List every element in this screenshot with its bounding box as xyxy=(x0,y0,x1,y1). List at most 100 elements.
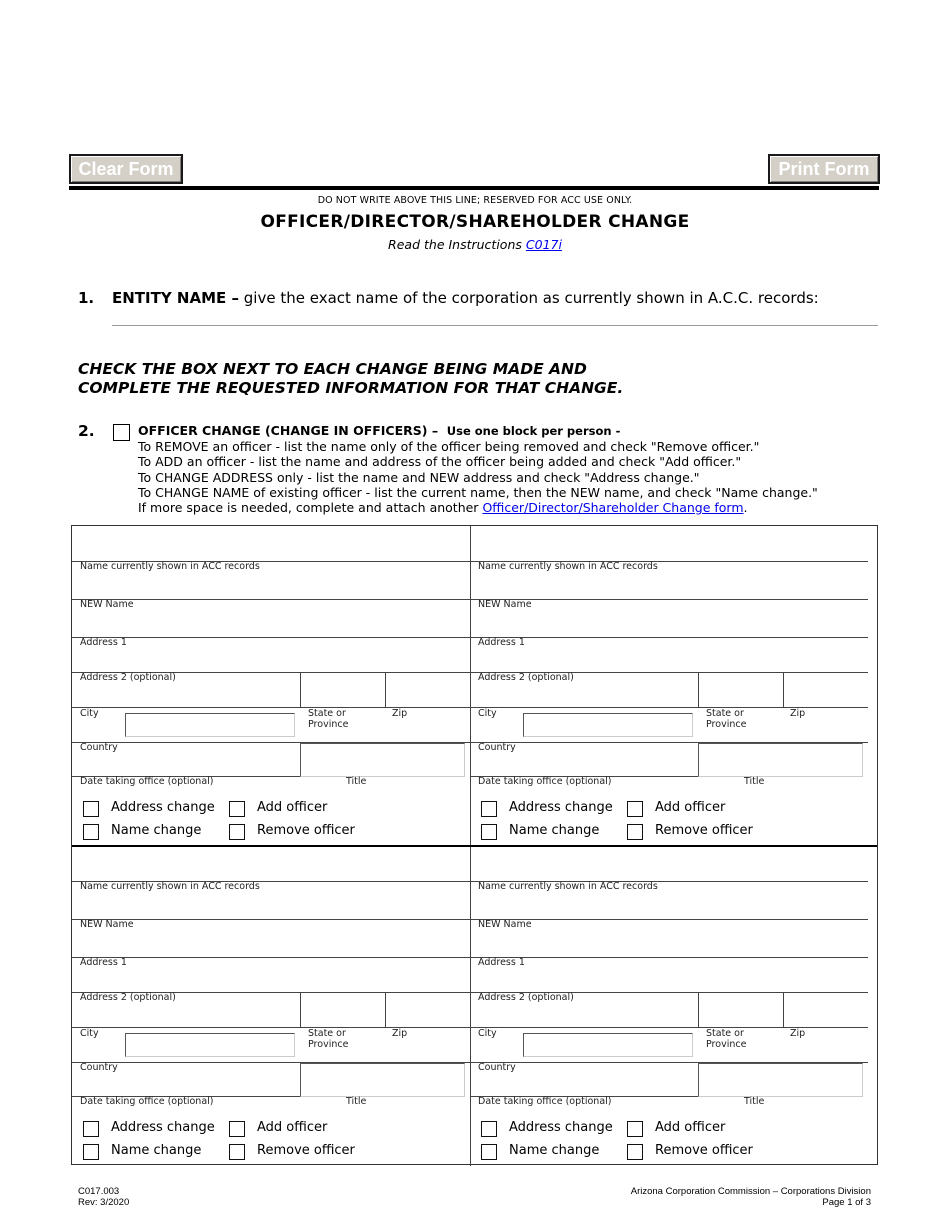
address2-field[interactable] xyxy=(72,672,300,707)
instruction-more-space: If more space is needed, complete and at… xyxy=(138,500,818,515)
city-field[interactable] xyxy=(125,1033,295,1057)
state-field[interactable] xyxy=(699,992,783,1027)
address-change-checkbox[interactable] xyxy=(83,1121,99,1137)
officer-position-field[interactable] xyxy=(72,526,470,561)
country-field[interactable] xyxy=(698,743,863,777)
officer-position-field[interactable] xyxy=(470,846,868,881)
instruction-change-address: To CHANGE ADDRESS only - list the name a… xyxy=(138,469,700,485)
add-officer-label: Add officer xyxy=(257,800,328,815)
page-title: OFFICER/DIRECTOR/SHAREHOLDER CHANGE xyxy=(260,212,690,232)
state-field[interactable] xyxy=(699,672,783,707)
name-change-checkbox[interactable] xyxy=(481,824,497,840)
date-office-label: Date taking office (optional) xyxy=(478,1096,612,1107)
entity-name-field[interactable] xyxy=(112,325,878,326)
country-field[interactable] xyxy=(300,743,465,777)
city-field[interactable] xyxy=(523,713,693,737)
officer-block: Name currently shown in ACC records NEW … xyxy=(72,526,470,846)
state-field[interactable] xyxy=(301,992,385,1027)
name-current-field[interactable] xyxy=(470,561,868,599)
state-label-line2: Province xyxy=(706,1039,747,1050)
state-field[interactable] xyxy=(301,672,385,707)
section-number: 1. xyxy=(78,289,95,307)
new-name-field[interactable] xyxy=(72,599,470,637)
address-change-label: Address change xyxy=(111,1120,215,1135)
title-label: Title xyxy=(744,776,765,787)
address1-field[interactable] xyxy=(72,637,470,672)
instruction-remove: To REMOVE an officer - list the name onl… xyxy=(138,439,760,455)
zip-label: Zip xyxy=(392,1028,408,1039)
state-label-line1: State or xyxy=(706,1028,744,1039)
address2-field[interactable] xyxy=(72,992,300,1027)
instruction-change-name: To CHANGE NAME of existing officer - lis… xyxy=(138,484,818,500)
country-label: Country xyxy=(478,1062,516,1073)
name-current-field[interactable] xyxy=(72,881,470,919)
city-label: City xyxy=(80,708,99,719)
country-field[interactable] xyxy=(698,1063,863,1097)
state-label-line1: State or xyxy=(308,708,346,719)
address-change-label: Address change xyxy=(111,800,215,815)
zip-field[interactable] xyxy=(386,672,470,707)
officer-position-field[interactable] xyxy=(470,526,868,561)
new-name-field[interactable] xyxy=(470,919,868,957)
country-field[interactable] xyxy=(300,1063,465,1097)
section-2-subtitle: Use one block per person - xyxy=(446,424,621,438)
clear-form-button[interactable]: Clear Form xyxy=(69,154,183,184)
officer-blocks-grid: Name currently shown in ACC records NEW … xyxy=(71,525,878,1166)
add-officer-checkbox[interactable] xyxy=(229,1121,245,1137)
officer-block: Name currently shown in ACC records NEW … xyxy=(72,846,470,1166)
address1-field[interactable] xyxy=(470,957,868,992)
state-label-line1: State or xyxy=(308,1028,346,1039)
date-office-label: Date taking office (optional) xyxy=(478,776,612,787)
title-label: Title xyxy=(346,776,367,787)
zip-field[interactable] xyxy=(784,992,868,1027)
heading-line-1: CHECK THE BOX NEXT TO EACH CHANGE BEING … xyxy=(78,360,587,378)
zip-field[interactable] xyxy=(784,672,868,707)
officer-position-field[interactable] xyxy=(72,846,470,881)
officer-change-checkbox[interactable] xyxy=(113,424,130,441)
section-1-entity-name: 1. ENTITY NAME – give the exact name of t… xyxy=(78,289,819,307)
city-field[interactable] xyxy=(125,713,295,737)
title-label: Title xyxy=(346,1096,367,1107)
name-change-checkbox[interactable] xyxy=(481,1144,497,1160)
address-change-checkbox[interactable] xyxy=(481,1121,497,1137)
city-field[interactable] xyxy=(523,1033,693,1057)
country-label: Country xyxy=(478,742,516,753)
city-label: City xyxy=(80,1028,99,1039)
zip-field[interactable] xyxy=(386,992,470,1027)
remove-officer-checkbox[interactable] xyxy=(229,1144,245,1160)
zip-label: Zip xyxy=(790,708,806,719)
remove-officer-label: Remove officer xyxy=(257,1143,355,1158)
address-change-checkbox[interactable] xyxy=(83,801,99,817)
section-label: ENTITY NAME – xyxy=(112,289,239,307)
remove-officer-checkbox[interactable] xyxy=(627,1144,643,1160)
name-change-label: Name change xyxy=(111,823,202,838)
footer-left: C017.003 Rev: 3/2020 xyxy=(78,1186,129,1208)
agency-name: Arizona Corporation Commission – Corpora… xyxy=(630,1186,871,1197)
remove-officer-checkbox[interactable] xyxy=(627,824,643,840)
state-label-line2: Province xyxy=(706,719,747,730)
reserved-notice: DO NOT WRITE ABOVE THIS LINE; RESERVED F… xyxy=(317,195,633,206)
address2-field[interactable] xyxy=(470,992,698,1027)
officer-block: Name currently shown in ACC records NEW … xyxy=(470,526,868,846)
remove-officer-checkbox[interactable] xyxy=(229,824,245,840)
state-label: State or Province xyxy=(308,1028,348,1050)
country-label: Country xyxy=(80,1062,118,1073)
new-name-field[interactable] xyxy=(72,919,470,957)
change-form-link[interactable]: Officer/Director/Shareholder Change form xyxy=(482,500,743,515)
add-officer-label: Add officer xyxy=(655,800,726,815)
name-change-checkbox[interactable] xyxy=(83,1144,99,1160)
add-officer-checkbox[interactable] xyxy=(229,801,245,817)
name-current-field[interactable] xyxy=(470,881,868,919)
zip-label: Zip xyxy=(790,1028,806,1039)
add-officer-checkbox[interactable] xyxy=(627,801,643,817)
address2-field[interactable] xyxy=(470,672,698,707)
instructions-link[interactable]: C017i xyxy=(526,237,562,252)
print-form-button[interactable]: Print Form xyxy=(768,154,880,184)
address-change-checkbox[interactable] xyxy=(481,801,497,817)
new-name-field[interactable] xyxy=(470,599,868,637)
add-officer-checkbox[interactable] xyxy=(627,1121,643,1137)
address1-field[interactable] xyxy=(470,637,868,672)
name-current-field[interactable] xyxy=(72,561,470,599)
name-change-checkbox[interactable] xyxy=(83,824,99,840)
address1-field[interactable] xyxy=(72,957,470,992)
